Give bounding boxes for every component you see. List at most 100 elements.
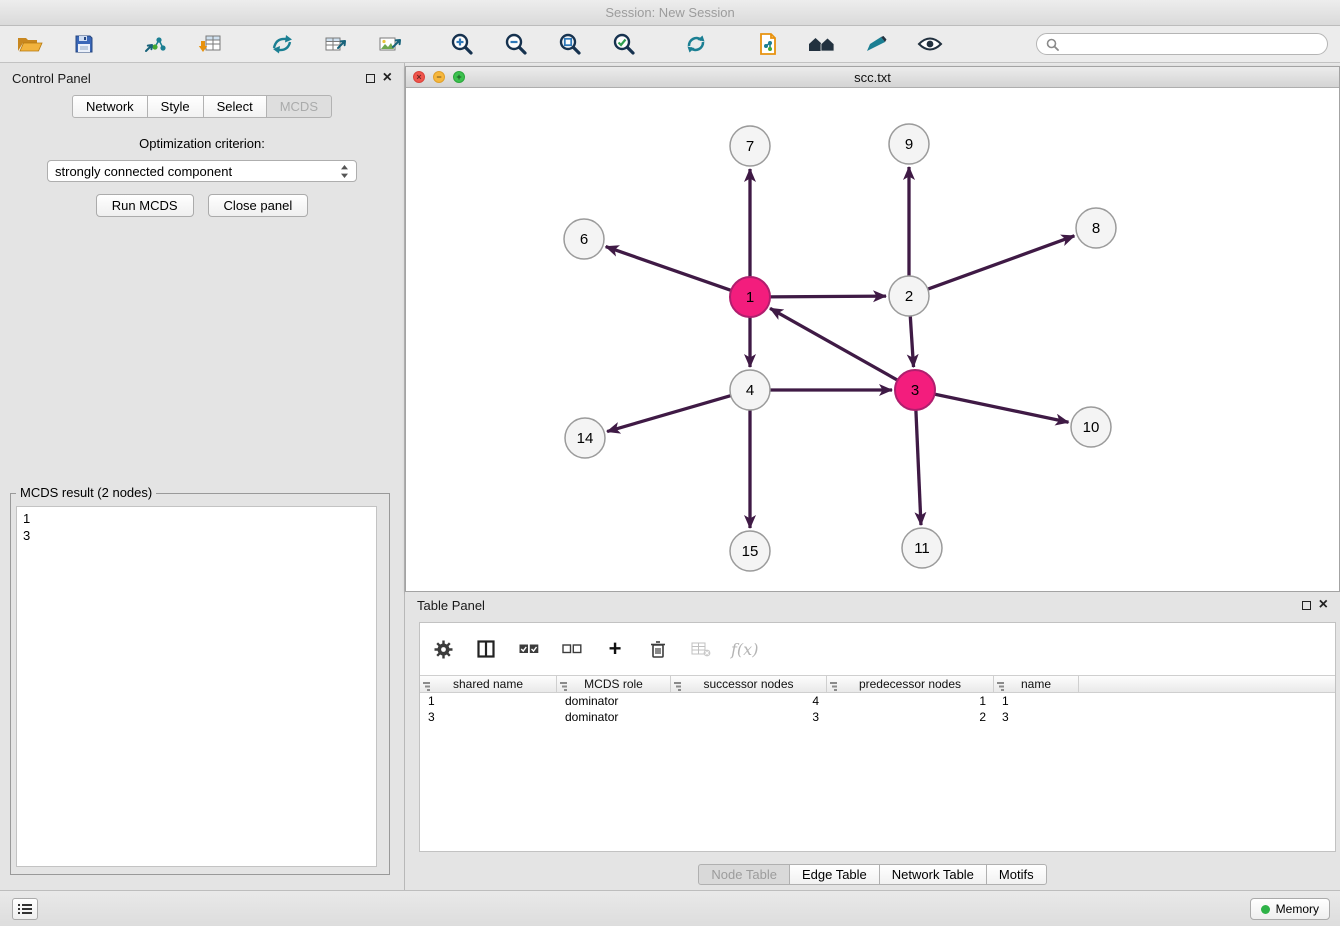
graph-edge-3-10[interactable] — [933, 394, 1069, 423]
combo-arrows-icon — [340, 164, 349, 179]
graph-node-10[interactable]: 10 — [1071, 407, 1111, 447]
zoom-selected-icon — [612, 32, 636, 56]
network-window-titlebar[interactable]: scc.txt × − + — [406, 67, 1339, 88]
search-input[interactable] — [1065, 37, 1318, 51]
graph-node-1[interactable]: 1 — [730, 277, 770, 317]
export-image-button[interactable] — [372, 29, 408, 59]
export-network-button[interactable] — [318, 29, 354, 59]
close-panel-icon[interactable]: × — [383, 73, 392, 83]
tab-network[interactable]: Network — [72, 95, 148, 118]
graph-node-2[interactable]: 2 — [889, 276, 929, 316]
graph-node-11[interactable]: 11 — [902, 528, 942, 568]
zoom-fit-icon — [558, 32, 582, 56]
tab-select[interactable]: Select — [203, 95, 267, 118]
tab-mcds[interactable]: MCDS — [266, 95, 332, 118]
table-cell: dominator — [557, 710, 671, 724]
close-table-panel-icon[interactable]: × — [1319, 600, 1328, 610]
open-session-button[interactable] — [12, 29, 48, 59]
table-options-button[interactable] — [430, 636, 456, 662]
delete-column-button[interactable] — [645, 636, 671, 662]
plus-icon: + — [609, 639, 622, 659]
delete-table-button[interactable] — [688, 636, 714, 662]
graph-edge-3-11[interactable] — [916, 408, 921, 525]
window-titlebar: Session: New Session — [0, 0, 1340, 26]
table-cell: 2 — [827, 710, 994, 724]
float-table-panel-icon[interactable] — [1302, 601, 1311, 610]
graph-edge-1-2[interactable] — [768, 296, 886, 297]
graph-edge-2-8[interactable] — [926, 236, 1074, 290]
graph-node-4[interactable]: 4 — [730, 370, 770, 410]
network-view-window: scc.txt × − + 7 9 6 8 1 2 4 3 14 10 15 11 — [405, 66, 1340, 592]
function-builder-button[interactable]: f(x) — [731, 636, 758, 662]
tab-edge-table[interactable]: Edge Table — [789, 864, 880, 885]
tab-style[interactable]: Style — [147, 95, 204, 118]
search-box[interactable] — [1036, 33, 1328, 55]
memory-button[interactable]: Memory — [1250, 898, 1330, 920]
graph-edge-4-14[interactable] — [607, 395, 733, 432]
mcds-result-title: MCDS result (2 nodes) — [16, 485, 156, 500]
graph-node-14[interactable]: 14 — [565, 418, 605, 458]
network-graph[interactable]: 7 9 6 8 1 2 4 3 14 10 15 11 — [406, 88, 1339, 591]
column-header-name[interactable]: name — [994, 676, 1079, 692]
save-session-button[interactable] — [66, 29, 102, 59]
column-edit-icon — [830, 680, 839, 694]
fx-icon: f(x) — [731, 640, 758, 659]
search-icon — [1046, 38, 1059, 51]
table-cell: 1 — [994, 694, 1079, 708]
graph-edge-2-3[interactable] — [910, 314, 913, 367]
run-mcds-button[interactable]: Run MCDS — [96, 194, 194, 217]
zoom-selected-button[interactable] — [606, 29, 642, 59]
column-header-shared-name[interactable]: shared name — [420, 676, 557, 692]
graph-node-3[interactable]: 3 — [895, 370, 935, 410]
optimization-criterion-select[interactable]: strongly connected component — [47, 160, 357, 182]
show-columns-button[interactable] — [473, 636, 499, 662]
tab-node-table[interactable]: Node Table — [698, 864, 790, 885]
svg-text:10: 10 — [1083, 419, 1100, 436]
graph-edge-3-1[interactable] — [770, 308, 899, 381]
zoom-fit-button[interactable] — [552, 29, 588, 59]
task-history-button[interactable] — [12, 898, 38, 920]
graph-node-8[interactable]: 8 — [1076, 208, 1116, 248]
folder-open-icon — [17, 34, 43, 54]
create-column-button[interactable]: + — [602, 636, 628, 662]
graph-node-6[interactable]: 6 — [564, 219, 604, 259]
status-bar: Memory — [0, 890, 1340, 926]
new-network-button[interactable] — [264, 29, 300, 59]
home-button[interactable] — [804, 29, 840, 59]
import-network-button[interactable] — [138, 29, 174, 59]
column-header-successor-nodes[interactable]: successor nodes — [671, 676, 827, 692]
style-button[interactable] — [858, 29, 894, 59]
column-header-MCDS-role[interactable]: MCDS role — [557, 676, 671, 692]
zoom-in-button[interactable] — [444, 29, 480, 59]
refresh-button[interactable] — [678, 29, 714, 59]
svg-text:1: 1 — [746, 289, 754, 306]
table-panel-header: Table Panel × — [405, 592, 1340, 618]
tab-motifs[interactable]: Motifs — [986, 864, 1047, 885]
mcds-result-line: 1 — [23, 510, 370, 527]
float-panel-icon[interactable] — [366, 74, 375, 83]
svg-text:8: 8 — [1092, 220, 1100, 237]
table-row[interactable]: 3dominator323 — [420, 709, 1335, 725]
import-table-button[interactable] — [192, 29, 228, 59]
select-all-button[interactable] — [516, 636, 542, 662]
svg-text:15: 15 — [742, 543, 759, 560]
mcds-result-area[interactable]: 13 — [16, 506, 377, 867]
export-image-icon — [378, 34, 402, 54]
graph-node-7[interactable]: 7 — [730, 126, 770, 166]
table-row[interactable]: 1dominator411 — [420, 693, 1335, 709]
tab-network-table[interactable]: Network Table — [879, 864, 987, 885]
control-panel-tabs: Network Style Select MCDS — [0, 95, 404, 118]
show-hide-button[interactable] — [912, 29, 948, 59]
close-panel-button[interactable]: Close panel — [208, 194, 309, 217]
deselect-all-button[interactable] — [559, 636, 585, 662]
graph-edge-1-6[interactable] — [606, 247, 733, 291]
zoom-out-button[interactable] — [498, 29, 534, 59]
clone-network-button[interactable] — [750, 29, 786, 59]
table-body: 1dominator4113dominator323 — [420, 693, 1335, 725]
unchecked-boxes-icon — [562, 644, 582, 654]
graph-node-15[interactable]: 15 — [730, 531, 770, 571]
column-header-predecessor-nodes[interactable]: predecessor nodes — [827, 676, 994, 692]
column-edit-icon — [560, 680, 569, 694]
graph-node-9[interactable]: 9 — [889, 124, 929, 164]
network-canvas[interactable]: 7 9 6 8 1 2 4 3 14 10 15 11 — [406, 88, 1339, 591]
